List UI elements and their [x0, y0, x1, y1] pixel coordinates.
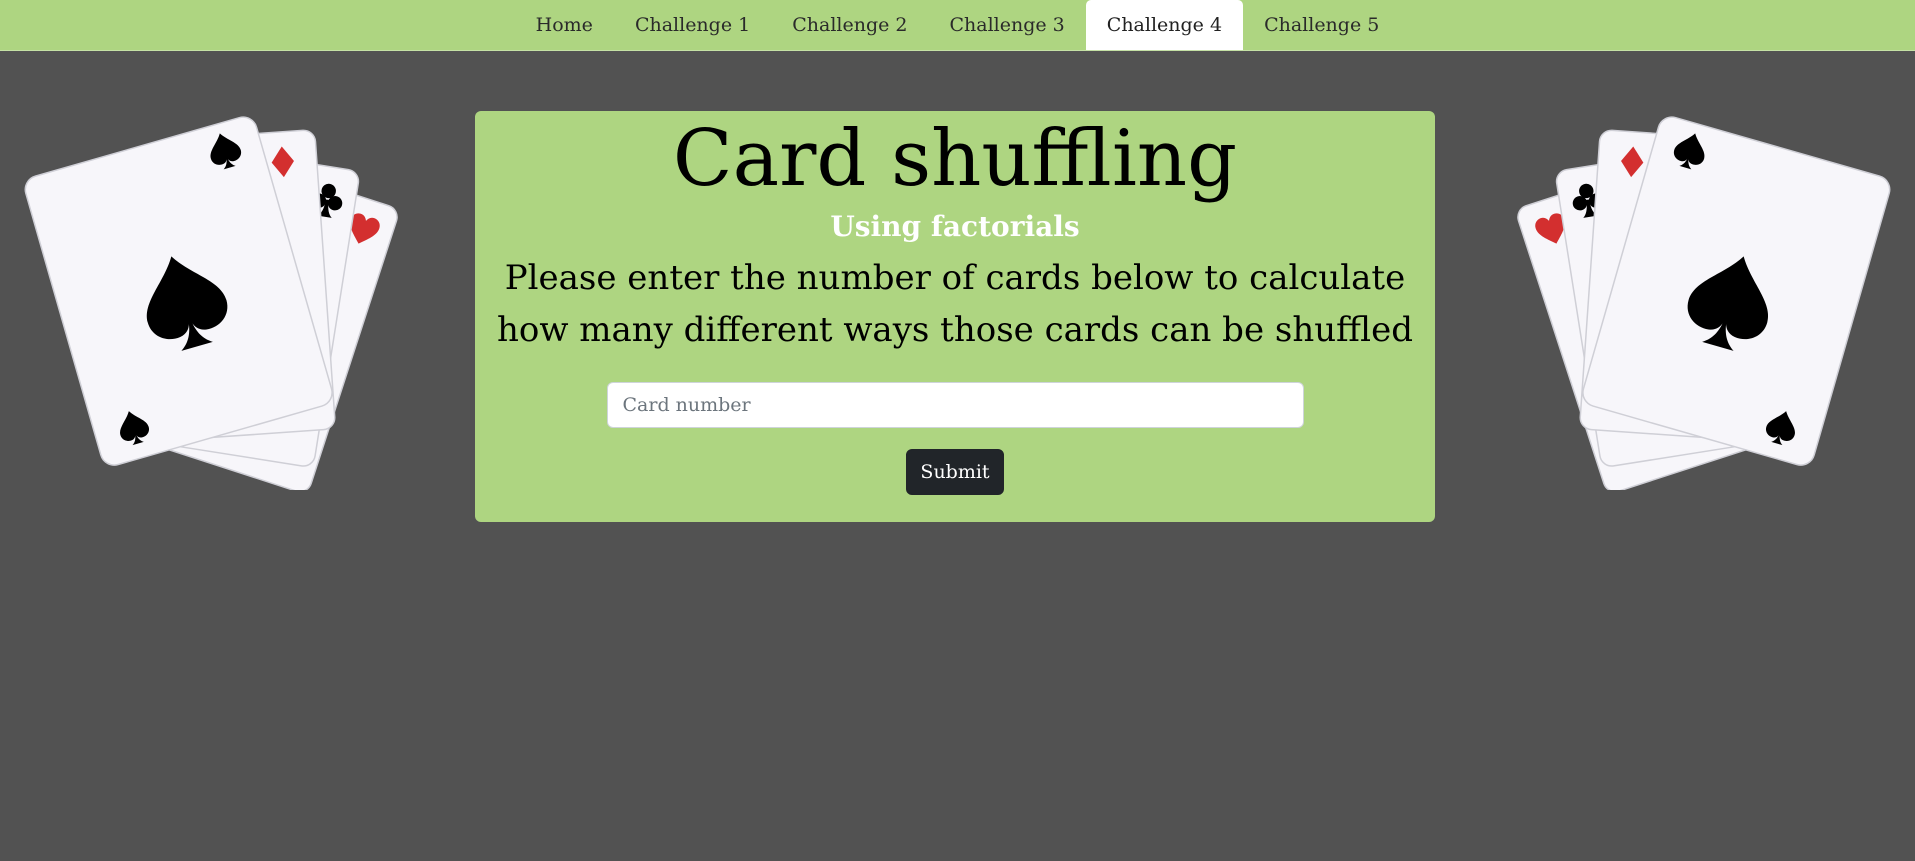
top-navbar: Home Challenge 1 Challenge 2 Challenge 3…: [0, 0, 1915, 51]
left-card-fan-image: [24, 116, 398, 490]
right-card-fan-image: [1517, 116, 1891, 490]
card-number-input[interactable]: [606, 381, 1304, 428]
nav-challenge-3[interactable]: Challenge 3: [929, 0, 1086, 50]
nav-challenge-4[interactable]: Challenge 4: [1085, 0, 1244, 50]
nav-challenge-2[interactable]: Challenge 2: [771, 0, 928, 50]
instruction-text: Please enter the number of cards below t…: [496, 257, 1414, 350]
nav-challenge-5[interactable]: Challenge 5: [1243, 0, 1400, 50]
page-title: Card shuffling: [672, 114, 1238, 204]
page-subtitle: Using factorials: [830, 209, 1080, 243]
card-shuffling-panel: Card shuffling Using factorials Please e…: [475, 111, 1435, 522]
nav-home[interactable]: Home: [515, 0, 614, 50]
submit-button[interactable]: Submit: [906, 448, 1004, 495]
nav-challenge-1[interactable]: Challenge 1: [614, 0, 771, 50]
